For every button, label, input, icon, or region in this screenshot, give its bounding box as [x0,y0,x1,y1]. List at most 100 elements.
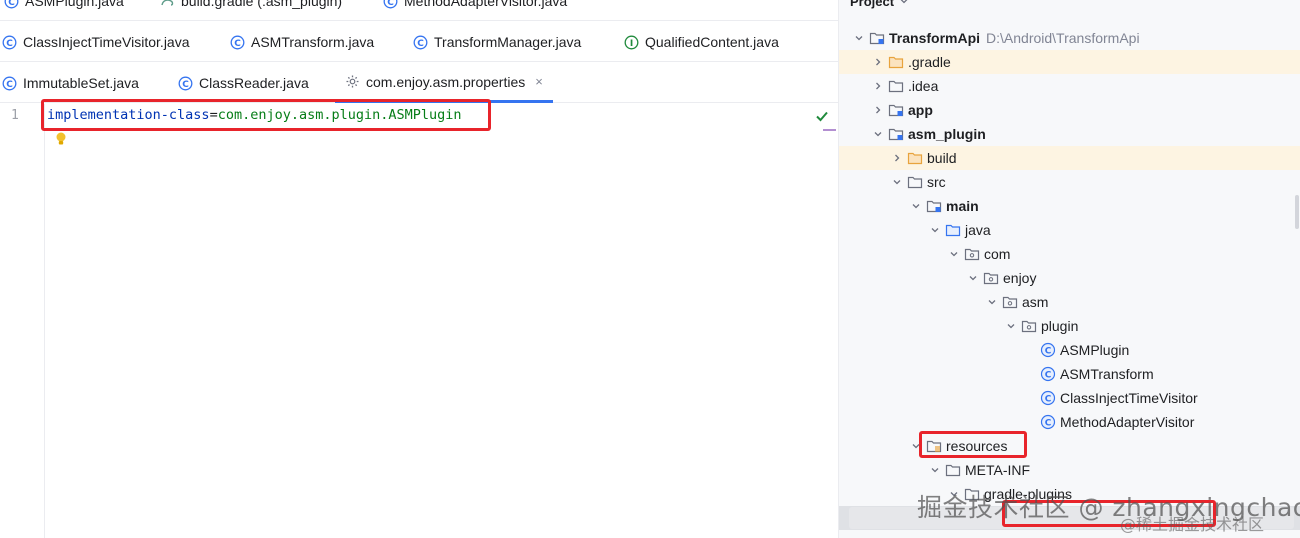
lightbulb-icon[interactable] [54,131,68,152]
class-icon: C [1040,390,1056,406]
chevron-down-icon[interactable] [908,198,924,214]
module-icon [888,126,904,142]
class-icon: C [2,35,17,50]
close-icon[interactable]: × [535,74,543,89]
tree-item-label: .gradle [908,54,951,70]
chevron-right-icon[interactable] [870,102,886,118]
tab-transformmanager-java[interactable]: C TransformManager.java [413,22,581,62]
chevron-down-icon[interactable] [927,222,943,238]
tree-item-asm-plugin[interactable]: asm_plugin [839,122,1300,146]
tab-classinjecttimevisitor-java[interactable]: C ClassInjectTimeVisitor.java [2,22,190,62]
tree-item-plugin[interactable]: plugin [839,314,1300,338]
tree-item-resources[interactable]: resources [839,434,1300,458]
module-icon [888,102,904,118]
chevron-right-icon[interactable] [889,150,905,166]
tab-methodadaptervisitor-java[interactable]: C MethodAdapterVisitor.java [383,0,567,21]
interface-icon: I [624,35,639,50]
error-stripe-marker[interactable] [823,129,836,131]
tree-item-app[interactable]: app [839,98,1300,122]
chevron-down-icon[interactable] [1003,318,1019,334]
svg-text:C: C [182,80,189,90]
tab-qualifiedcontent-java[interactable]: I QualifiedContent.java [624,22,779,62]
line-number: 1 [11,108,19,123]
tab-immutableset-java[interactable]: C ImmutableSet.java [2,63,139,103]
tab-label: build.gradle (:asm_plugin) [181,0,343,9]
tab-com-enjoy-asm-properties[interactable]: com.enjoy.asm.properties × [335,63,553,103]
class-icon: C [1040,414,1056,430]
tree-item-asmplugin[interactable]: C ASMPlugin [839,338,1300,362]
project-tool-window: Project TransformApi D:\Android\Transform… [838,0,1300,538]
tree-item-label: app [908,102,933,118]
tab-label: com.enjoy.asm.properties [366,73,526,90]
class-icon: C [2,76,17,91]
tab-label: ASMPlugin.java [25,0,124,9]
project-view-selector[interactable]: Project [850,0,909,9]
tree-item-label: ClassInjectTimeVisitor [1060,390,1198,406]
class-icon: C [230,35,245,50]
chevron-down-icon[interactable] [965,270,981,286]
tree-item-src[interactable]: src [839,170,1300,194]
chevron-right-icon[interactable] [870,54,886,70]
tree-item-label: TransformApi [889,30,981,46]
class-icon: C [413,35,428,50]
tree-item-meta-inf[interactable]: META-INF [839,458,1300,482]
source-folder-icon [945,222,961,238]
folder-icon [888,78,904,94]
tree-item-transformapi[interactable]: TransformApi D:\Android\TransformApi [839,26,1300,50]
tree-item-asm[interactable]: asm [839,290,1300,314]
annotation-highlight-box [41,99,491,131]
package-icon [964,246,980,262]
package-icon [1021,318,1037,334]
class-icon: C [178,76,193,91]
svg-text:C: C [8,0,15,8]
gradle-icon [160,0,175,9]
check-icon[interactable] [814,108,830,129]
tree-item-build[interactable]: build [839,146,1300,170]
tree-item-idea[interactable]: .idea [839,74,1300,98]
svg-text:C: C [1045,395,1052,405]
tree-item-main[interactable]: main [839,194,1300,218]
chevron-down-icon[interactable] [870,126,886,142]
vertical-scrollbar[interactable] [1295,195,1299,229]
chevron-down-icon[interactable] [851,30,867,46]
package-icon [983,270,999,286]
tree-item-gradle[interactable]: .gradle [839,50,1300,74]
source-set-icon [926,198,942,214]
chevron-down-icon [899,0,909,9]
svg-text:I: I [630,39,633,49]
watermark-secondary: @稀土掘金技术社区 [1120,515,1265,534]
folder-excluded-icon [907,150,923,166]
tree-item-asmtransform[interactable]: C ASMTransform [839,362,1300,386]
chevron-right-icon[interactable] [870,78,886,94]
tree-item-classinjecttimevisitor[interactable]: C ClassInjectTimeVisitor [839,386,1300,410]
class-icon: C [4,0,19,9]
tree-item-path: D:\Android\TransformApi [986,30,1140,46]
chevron-down-icon[interactable] [946,246,962,262]
tree-item-methodadaptervisitor[interactable]: C MethodAdapterVisitor [839,410,1300,434]
chevron-down-icon[interactable] [984,294,1000,310]
class-icon: C [1040,342,1056,358]
gear-icon [345,74,360,89]
tree-item-label: enjoy [1003,270,1037,286]
tab-classreader-java[interactable]: C ClassReader.java [178,63,309,103]
folder-icon [945,462,961,478]
tree-item-label: ASMTransform [1060,366,1154,382]
svg-text:C: C [1045,347,1052,357]
tree-item-label: ASMPlugin [1060,342,1130,358]
editor-tab-row-2: C ImmutableSet.java C ClassReader.java c… [0,63,838,103]
class-icon: C [383,0,398,9]
tab-label: MethodAdapterVisitor.java [404,0,568,9]
tab-asmplugin-java[interactable]: C ASMPlugin.java [4,0,124,21]
tree-item-com[interactable]: com [839,242,1300,266]
tree-item-enjoy[interactable]: enjoy [839,266,1300,290]
annotation-resources-box [919,431,1027,458]
chevron-down-icon[interactable] [927,462,943,478]
chevron-down-icon[interactable] [889,174,905,190]
tree-item-java[interactable]: java [839,218,1300,242]
tab-asmtransform-java[interactable]: C ASMTransform.java [230,22,374,62]
tab-label: ImmutableSet.java [23,75,139,91]
tab-build-gradle[interactable]: build.gradle (:asm_plugin) [160,0,342,21]
